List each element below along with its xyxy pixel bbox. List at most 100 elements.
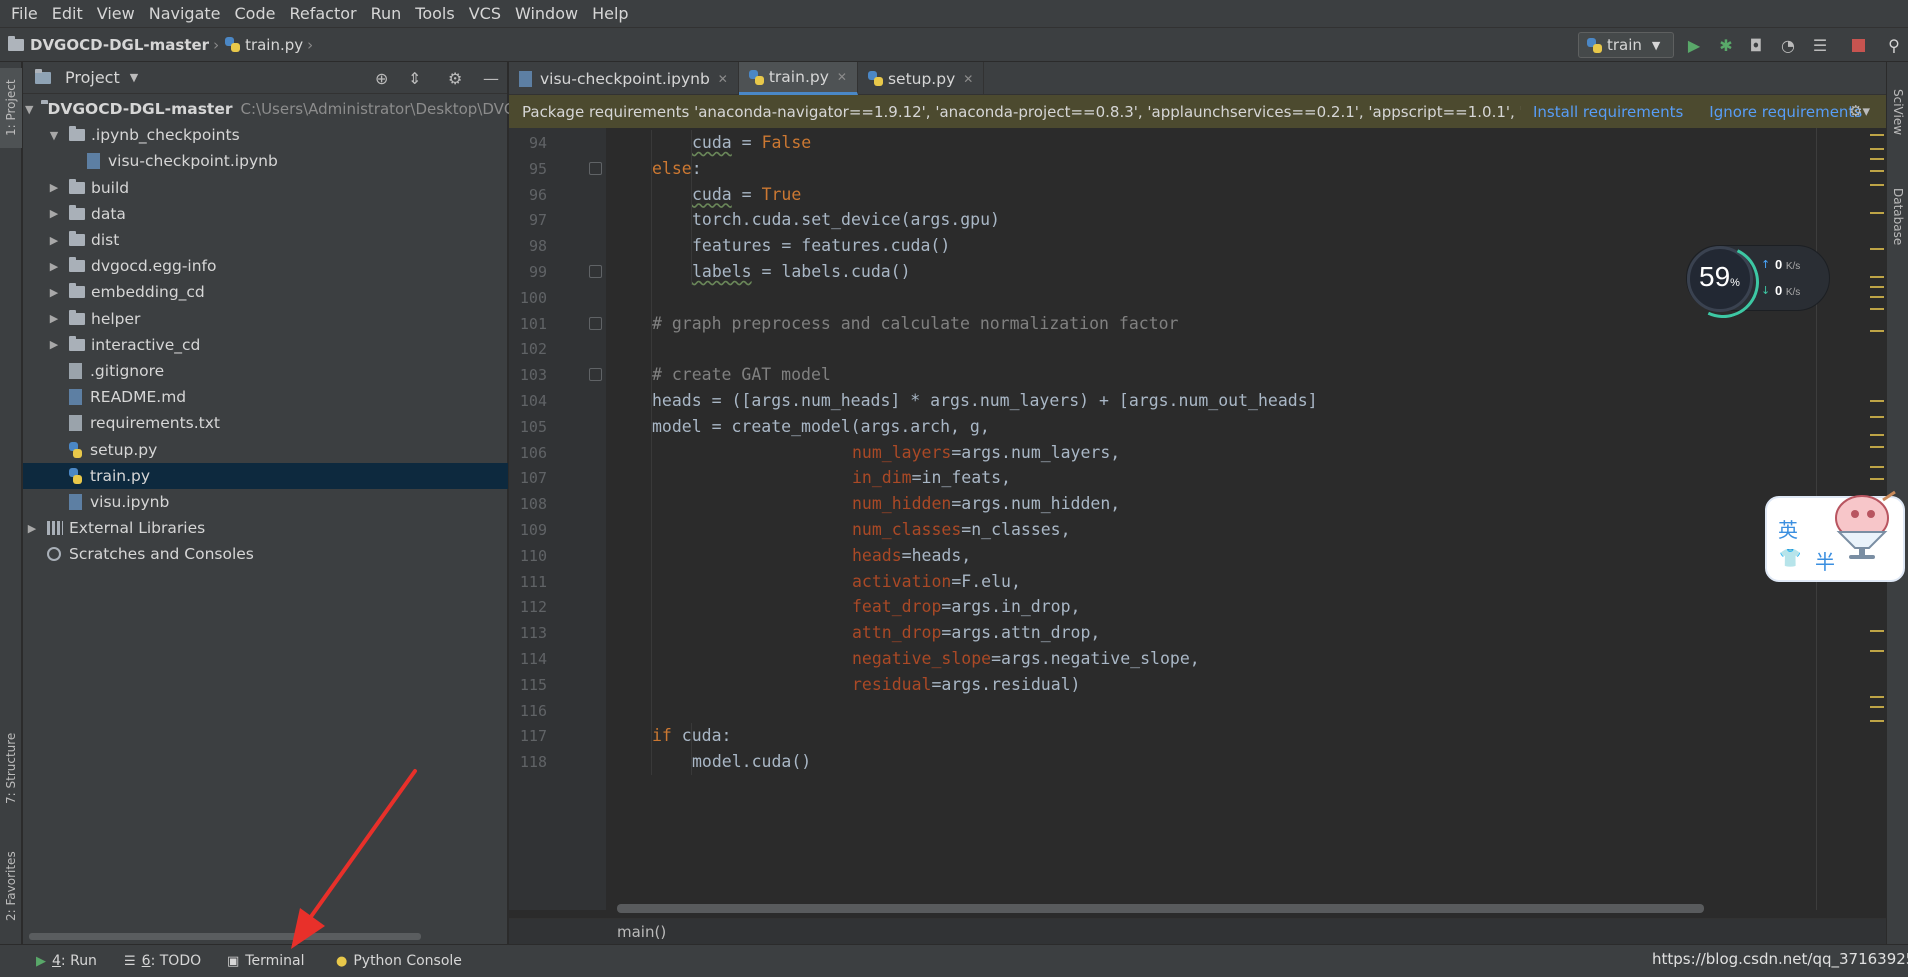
code-breadcrumb-function[interactable]: main() [617,923,666,941]
tree-file[interactable]: visu-checkpoint.ipynb [23,148,508,174]
tree-scratches[interactable]: Scratches and Consoles [23,541,508,567]
warning-marker[interactable] [1870,630,1884,632]
warning-marker[interactable] [1870,148,1884,150]
ignore-requirements-link[interactable]: Ignore requirements [1709,103,1862,121]
search-icon[interactable]: ⚲ [1884,35,1904,55]
warning-marker[interactable] [1870,134,1884,136]
tree-external-libraries[interactable]: ▶ External Libraries [23,515,508,541]
collapse-all-icon[interactable]: ⇕ [408,69,421,88]
code-line: cuda = True [692,182,801,208]
warning-marker[interactable] [1870,184,1884,186]
menu-view[interactable]: View [90,0,142,27]
profile-icon[interactable]: ◔ [1778,35,1798,55]
ime-status-widget[interactable]: 英 👕 半 [1765,490,1908,582]
warning-marker[interactable] [1870,400,1884,402]
fold-marker-icon[interactable] [589,161,602,175]
annotation-arrow [291,769,417,949]
warning-marker[interactable] [1870,296,1884,298]
run-icon[interactable]: ▶ [1684,35,1704,55]
code-editor[interactable]: cuda = False else: cuda = True torch.cuda.s… [606,128,1886,910]
menu-code[interactable]: Code [228,0,283,27]
tree-file[interactable]: requirements.txt [23,410,508,436]
network-monitor-widget[interactable]: 59% ↑ 0 K/s ↓ 0 K/s [1686,245,1830,312]
tool-tab-favorites[interactable]: 2: Favorites [0,832,22,940]
tree-file[interactable]: README.md [23,384,508,410]
run-configuration-select[interactable]: train ▼ [1578,32,1674,58]
tree-folder[interactable]: ▶ interactive_cd [23,332,508,358]
warning-marker[interactable] [1870,212,1884,214]
warning-marker[interactable] [1870,276,1884,278]
tool-tab-database[interactable]: Database [1887,172,1908,262]
warning-marker[interactable] [1870,706,1884,708]
breadcrumb-file[interactable]: train.py › [225,36,317,54]
warning-marker[interactable] [1870,720,1884,722]
warning-marker[interactable] [1870,158,1884,160]
tool-tab-structure[interactable]: 7: Structure [0,712,22,824]
tree-folder[interactable]: ▼ .ipynb_checkpoints [23,122,508,148]
minimize-icon[interactable]: — [483,69,499,88]
warning-marker[interactable] [1870,330,1884,332]
tree-file[interactable]: .gitignore [23,358,508,384]
locate-icon[interactable]: ⊕ [375,69,388,88]
install-requirements-link[interactable]: Install requirements [1533,103,1683,121]
tree-file[interactable]: train.py [23,462,508,489]
warning-marker[interactable] [1870,170,1884,172]
tree-folder[interactable]: ▶ dist [23,227,508,253]
warning-marker[interactable] [1870,248,1884,250]
menu-file[interactable]: File [4,0,45,27]
tool-tab-terminal[interactable]: ▣ Terminal [227,953,304,969]
menu-vcs[interactable]: VCS [462,0,508,27]
breadcrumb-project[interactable]: DVGOCD-DGL-master › [8,35,223,54]
warning-marker[interactable] [1870,434,1884,436]
code-token: =args.negative_slope, [991,649,1200,668]
tree-file[interactable]: setup.py [23,436,508,462]
tree-folder[interactable]: ▶ build [23,175,508,201]
warning-marker[interactable] [1870,416,1884,418]
close-icon[interactable]: ✕ [718,72,728,86]
menu-navigate[interactable]: Navigate [142,0,228,27]
tree-root[interactable]: ▼ DVGOCD-DGL-master C:\Users\Administrator… [23,96,516,122]
editor-tab[interactable]: visu-checkpoint.ipynb ✕ [509,62,739,95]
warning-marker[interactable] [1870,650,1884,652]
ime-language-indicator[interactable]: 英 [1778,514,1798,543]
fold-marker-icon[interactable] [589,316,602,330]
close-icon[interactable]: ✕ [837,70,847,84]
menu-run[interactable]: Run [364,0,409,27]
menu-tools[interactable]: Tools [408,0,461,27]
menu-help[interactable]: Help [585,0,635,27]
warning-marker[interactable] [1870,286,1884,288]
tree-folder[interactable]: ▶ dvgocd.egg-info [23,253,508,279]
editor-tab[interactable]: setup.py ✕ [858,62,985,95]
warning-marker[interactable] [1870,466,1884,468]
build-icon[interactable]: ☰ [1810,35,1830,55]
menu-window[interactable]: Window [508,0,585,27]
tool-tab-sciview[interactable]: SciView [1887,72,1908,152]
gear-icon[interactable]: ⚙▾ [1849,102,1870,120]
warning-marker[interactable] [1870,446,1884,448]
stop-icon[interactable] [1848,35,1868,55]
fold-marker-icon[interactable] [589,368,602,382]
tool-tab-project[interactable]: 1: Project [0,68,22,148]
editor-horizontal-scrollbar[interactable] [617,904,1704,913]
tree-folder[interactable]: ▶ embedding_cd [23,279,508,305]
run-with-coverage-icon[interactable]: ◘ [1746,35,1766,55]
menu-edit[interactable]: Edit [45,0,90,27]
tree-file[interactable]: visu.ipynb [23,489,508,515]
tool-tab-run[interactable]: ▶ 4 : Run [36,953,97,969]
tool-tab-python-console[interactable]: ● Python Console [336,953,462,969]
gear-icon[interactable]: ⚙ [448,69,462,88]
debug-icon[interactable]: ✱ [1716,35,1736,55]
skin-icon[interactable]: 👕 [1779,548,1801,569]
tree-folder[interactable]: ▶ data [23,201,508,227]
tool-tab-todo[interactable]: ☰ 6 : TODO [124,953,201,969]
warning-marker[interactable] [1870,478,1884,480]
warning-marker[interactable] [1870,696,1884,698]
menu-refactor[interactable]: Refactor [282,0,363,27]
tree-folder[interactable]: ▶ helper [23,306,508,332]
close-icon[interactable]: ✕ [963,72,973,86]
editor-tab[interactable]: train.py ✕ [738,62,858,95]
chevron-down-icon[interactable]: ▼ [130,71,138,84]
fold-marker-icon[interactable] [589,265,602,278]
warning-marker[interactable] [1870,308,1884,310]
project-panel-title[interactable]: Project [65,68,120,87]
